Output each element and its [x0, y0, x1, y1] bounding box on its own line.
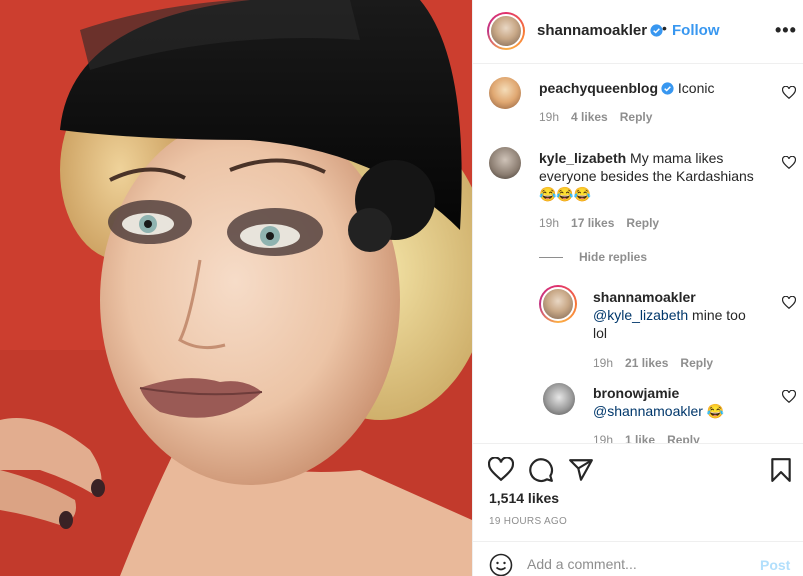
comment-likes[interactable]: 17 likes: [571, 216, 614, 230]
reply-meta: 19h 21 likes Reply: [593, 356, 725, 370]
comment-meta: 19h 17 likes Reply: [539, 216, 671, 230]
post-comment-button[interactable]: Post: [760, 557, 790, 573]
reply-body: shannamoakler @kyle_lizabeth mine too lo…: [593, 288, 763, 342]
comment-meta: 19h 4 likes Reply: [539, 110, 664, 124]
comment-likes[interactable]: 4 likes: [571, 110, 608, 124]
bookmark-icon[interactable]: [768, 457, 794, 483]
separator-dot: •: [662, 20, 667, 36]
reply-button[interactable]: Reply: [620, 110, 653, 124]
divider-line: [539, 257, 563, 259]
reply-button[interactable]: Reply: [626, 216, 659, 230]
verified-badge-icon: [661, 82, 674, 95]
reply-username[interactable]: shannamoakler: [593, 288, 763, 306]
heart-icon[interactable]: [782, 390, 796, 404]
reply-time[interactable]: 19h: [593, 356, 613, 370]
author-username[interactable]: shannamoakler: [537, 22, 647, 39]
replier-avatar[interactable]: [543, 383, 575, 415]
reply-time[interactable]: 19h: [593, 433, 613, 443]
comments-list[interactable]: peachyqueenblog Iconic 19h 4 likes Reply k…: [473, 65, 803, 443]
reply-likes[interactable]: 1 like: [625, 433, 655, 443]
heart-icon[interactable]: [782, 296, 796, 310]
reply-emoji: 😂: [706, 403, 725, 419]
commenter-avatar[interactable]: [489, 147, 521, 179]
share-icon[interactable]: [568, 457, 594, 483]
post-header: shannamoakler • Follow •••: [473, 0, 803, 64]
comment-body: kyle_lizabeth My mama likes everyone bes…: [539, 149, 775, 203]
post-actions: 1,514 likes 19 HOURS AGO Post: [473, 443, 803, 576]
heart-icon[interactable]: [782, 156, 796, 170]
more-options-icon[interactable]: •••: [775, 20, 797, 41]
comment-time[interactable]: 19h: [539, 110, 559, 124]
hide-replies-label[interactable]: Hide replies: [579, 250, 647, 264]
author-avatar[interactable]: [487, 12, 525, 50]
comment-username[interactable]: peachyqueenblog: [539, 80, 658, 96]
reply-body: bronowjamie @shannamoakler 😂: [593, 384, 763, 420]
post-photo[interactable]: [0, 0, 472, 576]
emoji-icon[interactable]: [489, 553, 513, 576]
comment-emoji: 😂😂😂: [539, 186, 592, 202]
comment-username[interactable]: kyle_lizabeth: [539, 150, 626, 166]
comment-body: peachyqueenblog Iconic: [539, 79, 775, 97]
reply-username[interactable]: bronowjamie: [593, 384, 763, 402]
comment-text: Iconic: [677, 80, 715, 96]
heart-icon[interactable]: [488, 457, 514, 483]
posted-time[interactable]: 19 HOURS AGO: [489, 516, 567, 527]
comment-time[interactable]: 19h: [539, 216, 559, 230]
comment-icon[interactable]: [528, 457, 554, 483]
author-username-link[interactable]: shannamoakler: [537, 22, 663, 39]
follow-button[interactable]: Follow: [672, 22, 720, 39]
commenter-avatar[interactable]: [489, 77, 521, 109]
reply-mention[interactable]: @kyle_lizabeth: [593, 307, 688, 323]
heart-icon[interactable]: [782, 86, 796, 100]
reply-button[interactable]: Reply: [667, 433, 700, 443]
replier-avatar[interactable]: [539, 285, 577, 323]
post-detail-panel: shannamoakler • Follow ••• peachyqueenbl…: [472, 0, 803, 576]
comment-input[interactable]: [527, 552, 747, 576]
reply-meta: 19h 1 like Reply: [593, 433, 712, 443]
reply-mention[interactable]: @shannamoakler: [593, 403, 703, 419]
likes-count[interactable]: 1,514 likes: [489, 490, 559, 506]
reply-likes[interactable]: 21 likes: [625, 356, 668, 370]
hide-replies-toggle[interactable]: Hide replies: [539, 250, 647, 264]
add-comment-bar: Post: [473, 541, 803, 576]
reply-button[interactable]: Reply: [680, 356, 713, 370]
portrait-illustration: [0, 0, 472, 576]
